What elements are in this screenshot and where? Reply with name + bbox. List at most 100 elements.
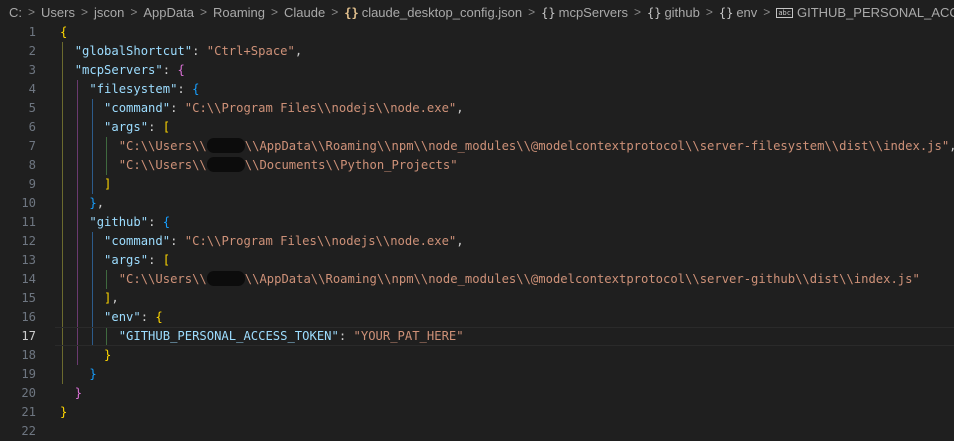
code-token: : <box>192 44 207 58</box>
code-line[interactable]: 12 "command": "C:\\Program Files\\nodejs… <box>0 232 954 251</box>
code-line[interactable]: 18 } <box>0 346 954 365</box>
breadcrumb-label: jscon <box>93 4 125 20</box>
breadcrumb-label: Users <box>41 4 75 20</box>
line-number: 18 <box>21 348 36 362</box>
breadcrumb-item[interactable]: abcGITHUB_PERSONAL_ACCESS_TOKEN <box>776 5 954 20</box>
breadcrumb-item[interactable]: jscon <box>94 5 124 20</box>
code-text: { <box>60 23 67 42</box>
code-line[interactable]: 9 ] <box>0 175 954 194</box>
breadcrumb-separator: > <box>80 5 88 19</box>
redaction-mark <box>206 157 245 172</box>
code-token: "YOUR_PAT_HERE" <box>353 329 464 343</box>
code-token: : <box>148 253 163 267</box>
code-token: { <box>192 82 200 96</box>
object-icon: {} <box>718 5 734 20</box>
code-text: } <box>60 384 82 403</box>
code-line[interactable]: 20 } <box>0 384 954 403</box>
line-number: 1 <box>28 25 36 39</box>
code-token: , <box>949 139 954 153</box>
line-number: 14 <box>21 272 36 286</box>
code-text: "C:\\Users\\ \\Documents\\Python_Projects… <box>60 156 458 175</box>
code-token: "github" <box>89 215 149 229</box>
breadcrumb-item[interactable]: {} github <box>647 5 700 20</box>
breadcrumb-label: C: <box>9 4 22 20</box>
code-line[interactable]: 16 "env": { <box>0 308 954 327</box>
breadcrumb-item[interactable]: {} env <box>719 5 757 20</box>
line-number: 13 <box>21 253 36 267</box>
code-line[interactable]: 5 "command": "C:\\Program Files\\nodejs\… <box>0 99 954 118</box>
code-token: "C:\\Users\\ <box>118 272 207 286</box>
code-line[interactable]: 19 } <box>0 365 954 384</box>
code-token: } <box>104 348 112 362</box>
code-token: "Ctrl+Space" <box>206 44 295 58</box>
breadcrumb-item[interactable]: Users <box>41 5 75 20</box>
line-number: 5 <box>28 101 36 115</box>
code-line[interactable]: 6 "args": [ <box>0 118 954 137</box>
breadcrumb-item[interactable]: C: <box>9 5 22 20</box>
code-line[interactable]: 3 "mcpServers": { <box>0 61 954 80</box>
code-text: "mcpServers": { <box>60 61 185 80</box>
code-token: "C:\\Users\\ <box>118 139 207 153</box>
line-number: 8 <box>28 158 36 172</box>
breadcrumb-item[interactable]: {} claude_desktop_config.json <box>344 5 522 20</box>
breadcrumb-label: github <box>664 4 700 20</box>
code-token: { <box>155 310 163 324</box>
breadcrumb-separator: > <box>633 5 641 19</box>
code-line[interactable]: 21} <box>0 403 954 422</box>
code-token: [ <box>162 253 171 267</box>
code-line[interactable]: 11 "github": { <box>0 213 954 232</box>
line-number: 11 <box>21 215 36 229</box>
code-token: } <box>89 367 97 381</box>
code-token: : <box>177 82 193 96</box>
code-token: "C:\\Users\\ <box>118 158 207 172</box>
code-line[interactable]: 7 "C:\\Users\\ \\AppData\\Roaming\\npm\\n… <box>0 137 954 156</box>
code-line[interactable]: 22 <box>0 422 954 441</box>
code-line[interactable]: 4 "filesystem": { <box>0 80 954 99</box>
breadcrumb-item[interactable]: {} mcpServers <box>541 5 628 20</box>
line-number: 21 <box>21 405 36 419</box>
breadcrumb-separator: > <box>130 5 138 19</box>
breadcrumb-label: GITHUB_PERSONAL_ACCESS_TOKEN <box>796 4 954 20</box>
breadcrumb-label: mcpServers <box>558 4 628 20</box>
line-number: 19 <box>21 367 36 381</box>
code-text: "globalShortcut": "Ctrl+Space", <box>60 42 303 61</box>
code-token: , <box>96 196 105 210</box>
breadcrumb-separator: > <box>331 5 339 19</box>
code-line[interactable]: 1{ <box>0 23 954 42</box>
breadcrumb-item[interactable]: AppData <box>143 5 194 20</box>
code-token: : <box>148 120 163 134</box>
code-token: \\AppData\\Roaming\\npm\\node_modules\\@… <box>244 272 920 286</box>
code-token: : <box>140 310 156 324</box>
breadcrumb-label: Claude <box>284 4 326 20</box>
code-token: : <box>338 329 354 343</box>
code-line[interactable]: 2 "globalShortcut": "Ctrl+Space", <box>0 42 954 61</box>
code-token: , <box>294 44 303 58</box>
code-token: : <box>148 215 163 229</box>
object-icon: {} <box>646 5 662 20</box>
code-line[interactable]: 13 "args": [ <box>0 251 954 270</box>
object-icon: {} <box>541 5 556 20</box>
json-file-icon: {} <box>344 5 359 20</box>
code-line[interactable]: 15 ], <box>0 289 954 308</box>
code-token: \\AppData\\Roaming\\npm\\node_modules\\@… <box>244 139 950 153</box>
code-token: , <box>456 234 464 248</box>
breadcrumb-item[interactable]: Claude <box>284 5 325 20</box>
code-line[interactable]: 14 "C:\\Users\\ \\AppData\\Roaming\\npm\\… <box>0 270 954 289</box>
code-line[interactable]: 10 }, <box>0 194 954 213</box>
breadcrumb-item[interactable]: Roaming <box>213 5 265 20</box>
code-text: } <box>60 365 97 384</box>
code-line[interactable]: 17 "GITHUB_PERSONAL_ACCESS_TOKEN": "YOUR… <box>0 327 954 346</box>
code-text: "C:\\Users\\ \\AppData\\Roaming\\npm\\nod… <box>60 137 954 156</box>
line-number: 6 <box>28 120 36 134</box>
line-number: 16 <box>21 310 36 324</box>
code-token: : <box>162 63 178 77</box>
code-line[interactable]: 8 "C:\\Users\\ \\Documents\\Python_Projec… <box>0 156 954 175</box>
code-editor[interactable]: 1{2 "globalShortcut": "Ctrl+Space", 3 "mc… <box>0 23 954 438</box>
line-number: 9 <box>28 177 36 191</box>
code-token: } <box>60 405 68 419</box>
